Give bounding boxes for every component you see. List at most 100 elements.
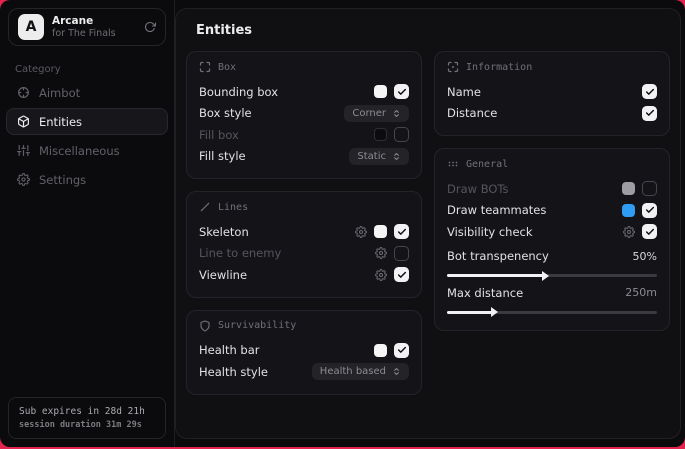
health-style-select[interactable]: Health based: [312, 363, 409, 380]
app-logo: A: [18, 14, 44, 40]
health-bar-checkbox[interactable]: [394, 343, 409, 358]
row-skeleton: Skeleton: [199, 221, 409, 243]
fill-box-color-swatch[interactable]: [374, 128, 387, 141]
general-card: General Draw BOTs Draw teammates: [434, 148, 670, 331]
row-viewline: Viewline: [199, 264, 409, 286]
row-draw-teammates: Draw teammates: [447, 200, 657, 222]
visibility-settings-gear-icon[interactable]: [623, 226, 635, 238]
card-title: Lines: [218, 202, 248, 213]
sidebar-item-miscellaneous[interactable]: Miscellaneous: [6, 137, 168, 164]
refresh-icon[interactable]: [144, 21, 156, 33]
row-max-distance: Max distance 250m: [447, 282, 657, 304]
sidebar-item-label: Aimbot: [39, 86, 80, 100]
skeleton-color-swatch[interactable]: [374, 225, 387, 238]
app-window: A Arcane for The Finals Category Aimbot …: [0, 0, 685, 447]
draw-bots-color-swatch[interactable]: [622, 182, 635, 195]
row-health-bar: Health bar: [199, 340, 409, 362]
box-card: Box Bounding box Box style: [186, 51, 422, 179]
fill-box-checkbox[interactable]: [394, 127, 409, 142]
distance-checkbox[interactable]: [642, 106, 657, 121]
sub-expiry-text: Sub expires in 28d 21h: [19, 406, 155, 417]
bounding-box-checkbox[interactable]: [394, 84, 409, 99]
sidebar: A Arcane for The Finals Category Aimbot …: [0, 0, 175, 447]
fill-style-select[interactable]: Static: [349, 148, 409, 165]
row-label: Health style: [199, 365, 268, 379]
row-label: Draw BOTs: [447, 182, 509, 196]
row-distance: Distance: [447, 103, 657, 125]
app-header-card: A Arcane for The Finals: [8, 8, 166, 46]
card-title: General: [466, 159, 508, 170]
sidebar-nav: Aimbot Entities Miscellaneous Settings: [0, 79, 174, 193]
draw-teammates-color-swatch[interactable]: [622, 204, 635, 217]
gear-icon: [17, 173, 30, 186]
row-fill-style: Fill style Static: [199, 146, 409, 168]
viewline-checkbox[interactable]: [394, 267, 409, 282]
visibility-check-checkbox[interactable]: [642, 224, 657, 239]
line-to-enemy-settings-gear-icon[interactable]: [375, 247, 387, 259]
slider-thumb[interactable]: [491, 307, 498, 317]
check-icon: [645, 205, 655, 215]
right-column: Information Name Distance: [434, 51, 670, 395]
row-label: Skeleton: [199, 225, 249, 239]
lines-card: Lines Skeleton Line to enemy: [186, 191, 422, 298]
row-label: Draw teammates: [447, 203, 546, 217]
cube-icon: [17, 115, 30, 128]
row-fill-box: Fill box: [199, 124, 409, 146]
skeleton-checkbox[interactable]: [394, 224, 409, 239]
chevron-updown-icon: [392, 152, 401, 161]
max-distance-value: 250m: [625, 286, 657, 299]
name-checkbox[interactable]: [642, 84, 657, 99]
bot-transparency-value: 50%: [633, 250, 657, 263]
viewline-settings-gear-icon[interactable]: [375, 269, 387, 281]
diagonal-line-icon: [199, 201, 211, 213]
bounding-box-color-swatch[interactable]: [374, 85, 387, 98]
grid-dots-icon: [447, 158, 459, 170]
check-icon: [645, 87, 655, 97]
box-style-select[interactable]: Corner: [344, 105, 409, 122]
bot-transparency-slider[interactable]: [447, 274, 657, 277]
check-icon: [645, 108, 655, 118]
row-bounding-box: Bounding box: [199, 81, 409, 103]
row-draw-bots: Draw BOTs: [447, 178, 657, 200]
max-distance-slider[interactable]: [447, 311, 657, 314]
row-health-style: Health style Health based: [199, 361, 409, 383]
sidebar-item-label: Entities: [39, 115, 82, 129]
row-label: Viewline: [199, 268, 247, 282]
row-label: Distance: [447, 106, 497, 120]
sidebar-item-aimbot[interactable]: Aimbot: [6, 79, 168, 106]
row-label: Box style: [199, 106, 252, 120]
sidebar-item-label: Miscellaneous: [39, 144, 120, 158]
select-value: Health based: [320, 366, 386, 377]
check-icon: [397, 87, 407, 97]
main-area: Entities Box Bounding box: [175, 0, 685, 447]
sidebar-item-settings[interactable]: Settings: [6, 166, 168, 193]
check-icon: [397, 345, 407, 355]
slider-thumb[interactable]: [542, 271, 549, 281]
app-name: Arcane: [52, 15, 116, 28]
survivability-card: Survivability Health bar Health style: [186, 310, 422, 395]
row-label: Bounding box: [199, 85, 278, 99]
card-title: Box: [218, 62, 236, 73]
card-title: Information: [466, 62, 532, 73]
row-label: Fill box: [199, 128, 239, 142]
row-label: Name: [447, 85, 481, 99]
row-label: Fill style: [199, 149, 246, 163]
row-bot-transparency: Bot transpenency 50%: [447, 246, 657, 268]
max-distance-group: Max distance 250m: [447, 282, 657, 314]
page-title: Entities: [196, 23, 670, 38]
chevron-updown-icon: [392, 367, 401, 376]
row-label: Max distance: [447, 286, 523, 300]
skeleton-settings-gear-icon[interactable]: [355, 226, 367, 238]
draw-bots-checkbox[interactable]: [642, 181, 657, 196]
left-column: Box Bounding box Box style: [186, 51, 422, 395]
select-value: Static: [357, 151, 386, 162]
line-to-enemy-checkbox[interactable]: [394, 246, 409, 261]
card-title: Survivability: [218, 320, 296, 331]
draw-teammates-checkbox[interactable]: [642, 203, 657, 218]
subscription-status-card: Sub expires in 28d 21h session duration …: [8, 397, 166, 439]
health-bar-color-swatch[interactable]: [374, 344, 387, 357]
info-icon: [447, 61, 459, 73]
sidebar-item-entities[interactable]: Entities: [6, 108, 168, 135]
sidebar-item-label: Settings: [39, 173, 86, 187]
box-corners-icon: [199, 61, 211, 73]
